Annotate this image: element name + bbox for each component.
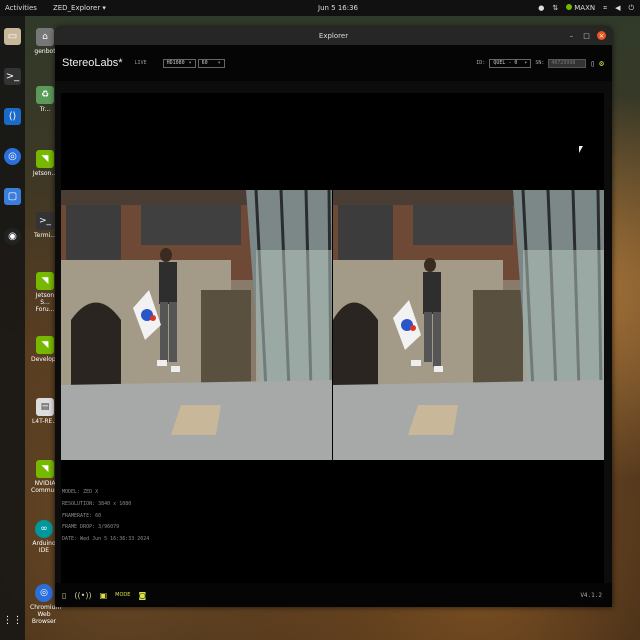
mode-icon[interactable]: MODE xyxy=(115,592,130,598)
info-resolution: RESOLUTION: 3840 x 1080 xyxy=(62,500,132,507)
desktop-icon-label: Termi... xyxy=(34,232,56,239)
live-status: LIVE xyxy=(134,60,147,66)
explorer-toolbar: StereoLabs* LIVE HD1080 ▾ 60 ▾ ID: QUEL … xyxy=(55,45,612,81)
info-date: DATE: Wed Jun 5 16:36:33 2024 xyxy=(62,536,150,543)
screenshot-icon[interactable]: ▢ xyxy=(4,188,21,205)
left-camera-image xyxy=(61,190,332,460)
id-label: ID: xyxy=(476,60,486,66)
serial-number-value: 40729998 xyxy=(551,60,576,66)
left-camera-frame xyxy=(61,190,332,460)
chromium-icon[interactable]: ◎ xyxy=(4,148,21,165)
chromium-icon: ◎ xyxy=(35,584,53,602)
info-model: MODEL: ZED X xyxy=(62,489,99,495)
desktop-icon-label: genbot xyxy=(34,48,56,55)
wireless-icon[interactable]: ((•)) xyxy=(74,591,91,600)
stereo-frames xyxy=(61,190,604,460)
window-title: Explorer xyxy=(318,32,349,40)
sn-label: SN: xyxy=(535,60,545,66)
settings-icon[interactable]: ⚙ xyxy=(599,59,604,68)
document-icon: ▤ xyxy=(36,398,54,416)
nvidia-icon: ◥ xyxy=(36,336,54,354)
version-label: V4.1.2 xyxy=(580,591,602,599)
desktop-icon-label: Jetson... xyxy=(32,170,58,177)
nvidia-icon: ◥ xyxy=(36,272,54,290)
desktop-icon-arduino[interactable]: ∞ Arduino IDE xyxy=(30,520,58,554)
resolution-select-value: HD1080 xyxy=(166,60,185,66)
obs-icon[interactable]: ◉ xyxy=(4,228,21,245)
brand-logo: StereoLabs* xyxy=(62,57,123,69)
desktop-icon-label: Arduino IDE xyxy=(32,540,56,554)
fps-select[interactable]: 60 ▾ xyxy=(197,58,225,68)
chevron-down-icon: ▾ xyxy=(217,60,221,66)
desktop-icon-chromium[interactable]: ◎ Chromium Web Browser xyxy=(30,584,62,625)
files-icon[interactable]: ▭ xyxy=(4,28,21,45)
info-framerate: FRAMERATE: 60 xyxy=(62,512,102,519)
bottom-toolbar: ▯ ((•)) ▣ MODE ◙ V4.1.2 xyxy=(55,583,612,607)
mouse-cursor xyxy=(579,146,583,153)
system-top-bar: Activities ZED_Explorer ▾ Jun 5 16:36 ● … xyxy=(0,0,640,16)
mode-label: MODE xyxy=(115,592,131,598)
activities-button[interactable]: Activities xyxy=(5,4,37,12)
dock: ▭ >_ ⟨⟩ ◎ ▢ ◉ ⋮⋮ xyxy=(0,16,25,640)
chevron-down-icon: ▾ xyxy=(188,60,192,66)
trash-icon: ♻ xyxy=(36,86,54,104)
close-button[interactable]: × xyxy=(597,31,606,40)
ethernet-icon[interactable]: ⇅ xyxy=(552,4,558,12)
clock[interactable]: Jun 5 16:36 xyxy=(318,4,358,12)
camera-icon[interactable]: ◙ xyxy=(138,591,146,600)
app-grid-icon[interactable]: ⋮⋮ xyxy=(3,612,23,629)
window-titlebar[interactable]: Explorer – □ × xyxy=(55,27,612,45)
toolbar-right: ID: QUEL - 0 ▾ SN: 40729998 ▯ ⚙ xyxy=(476,58,604,68)
desktop-icon-label: Tr... xyxy=(39,106,51,113)
home-folder-icon: ⌂ xyxy=(36,28,54,46)
arduino-icon: ∞ xyxy=(35,520,53,538)
resolution-select[interactable]: HD1080 ▾ xyxy=(162,58,196,68)
power-icon[interactable]: ⏻ xyxy=(628,4,634,13)
app-menu[interactable]: ZED_Explorer ▾ xyxy=(53,4,106,12)
camera-info-panel: MODEL: ZED X RESOLUTION: 3840 x 1080 FRA… xyxy=(62,487,149,546)
vscode-icon[interactable]: ⟨⟩ xyxy=(4,108,21,125)
camera-id-select[interactable]: QUEL - 0 ▾ xyxy=(489,58,532,68)
sensor-icon[interactable]: ▣ xyxy=(100,591,108,600)
terminal-icon: >_ xyxy=(36,212,54,230)
desktop-icon-label: Chromium Web Browser xyxy=(30,604,62,625)
chevron-down-icon: ▾ xyxy=(524,60,528,66)
chrome-icon[interactable]: ● xyxy=(538,4,544,12)
network-icon[interactable]: ⌗ xyxy=(603,4,607,13)
system-tray[interactable]: ● ⇅ MAXN ⌗ ◀ ⏻ xyxy=(538,4,634,13)
fps-select-value: 60 xyxy=(201,60,208,66)
file-icon[interactable]: ▯ xyxy=(62,591,66,600)
right-camera-image xyxy=(333,190,604,460)
nvidia-icon: ◥ xyxy=(36,150,54,168)
window-controls: – □ × xyxy=(567,31,606,40)
volume-icon[interactable]: ◀ xyxy=(615,4,620,12)
power-mode-label: MAXN xyxy=(574,4,596,12)
terminal-icon[interactable]: >_ xyxy=(4,68,21,85)
record-icon[interactable]: ▯ xyxy=(590,59,595,68)
minimize-button[interactable]: – xyxy=(567,31,576,40)
info-frame-drop: FRAME DROP: 3/96079 xyxy=(62,524,120,531)
power-mode-indicator[interactable]: MAXN xyxy=(566,4,595,12)
nvidia-icon xyxy=(566,4,573,10)
explorer-window: Explorer – □ × StereoLabs* LIVE HD1080 ▾… xyxy=(55,27,612,607)
serial-number-field: 40729998 xyxy=(548,58,587,68)
desktop-icon-label: Jetson S... Foru... xyxy=(35,292,55,313)
bottom-toolbar-icons: ▯ ((•)) ▣ MODE ◙ xyxy=(62,591,146,600)
nvidia-icon: ◥ xyxy=(36,460,54,478)
camera-id-value: QUEL - 0 xyxy=(493,60,518,66)
maximize-button[interactable]: □ xyxy=(582,31,591,40)
right-camera-frame xyxy=(333,190,604,460)
